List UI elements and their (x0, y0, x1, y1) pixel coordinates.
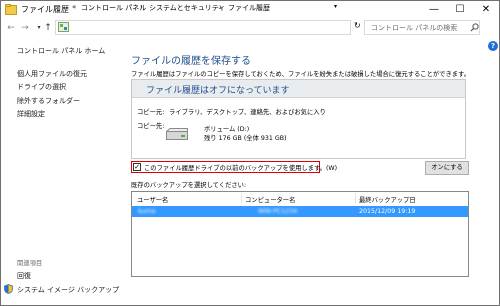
breadcrumb-system-security[interactable]: システムとセキュリティ (149, 3, 225, 13)
backup-list[interactable] (131, 191, 469, 277)
sidebar-item-advanced[interactable]: 詳細設定 (17, 109, 45, 119)
drive-space: 残り 176 GB (全体 931 GB) (204, 135, 287, 142)
help-icon[interactable]: ? (488, 41, 498, 51)
copy-from-value: ライブラリ、デスクトップ、連絡先、およびお気に入り (169, 109, 326, 116)
row-date: 2015/12/09 19:19 (359, 208, 416, 215)
turn-on-button[interactable]: オンにする (425, 161, 469, 175)
search-placeholder: コントロール パネルの検索 (371, 24, 458, 32)
file-history-app-icon (5, 4, 17, 15)
backup-list-caption: 既存のバックアップを選択してください: (131, 182, 247, 189)
hard-drive-icon (166, 128, 188, 140)
window-title: ファイル履歴 (21, 5, 69, 14)
sidebar-related-system-image[interactable]: システム イメージ バックアップ (17, 285, 119, 295)
forward-button[interactable]: → (19, 21, 31, 35)
column-separator (241, 193, 242, 203)
sidebar-item-select-drive[interactable]: ドライブの選択 (17, 82, 66, 92)
column-separator (355, 193, 356, 203)
column-header-last-backup[interactable]: 最終バックアップ日 (359, 195, 416, 204)
page-title: ファイルの履歴を保存する (131, 56, 251, 67)
use-previous-backup-checkbox[interactable]: ✓ (133, 163, 141, 171)
back-button[interactable]: ← (5, 21, 17, 35)
sidebar-related-recovery[interactable]: 回復 (17, 271, 31, 281)
refresh-icon[interactable]: ↻ (354, 21, 361, 30)
row-user: kuma (138, 208, 156, 215)
close-button[interactable]: ✕ (473, 1, 499, 19)
status-text: ファイル履歴はオフになっています (146, 86, 290, 96)
row-computer: WIN-PC1234 (258, 208, 298, 215)
copy-from-label: コピー元: (137, 109, 165, 116)
breadcrumb-control-panel[interactable]: コントロール パネル (81, 3, 146, 13)
copy-to-label: コピー先: (137, 123, 165, 130)
minimize-button[interactable]: — (421, 1, 447, 19)
sidebar-item-restore[interactable]: 個人用ファイルの復元 (17, 69, 87, 79)
breadcrumb-file-history[interactable]: ファイル履歴 (228, 3, 270, 13)
address-bar[interactable] (55, 20, 351, 35)
search-icon[interactable] (470, 23, 479, 32)
sidebar-home-link[interactable]: コントロール パネル ホーム (17, 46, 105, 56)
column-header-user[interactable]: ユーザー名 (137, 195, 168, 204)
up-button[interactable]: ↑ (42, 21, 54, 35)
related-title: 関連項目 (17, 260, 43, 267)
use-previous-backup-label[interactable]: このファイル履歴ドライブの以前のバックアップを使用します。(W) (144, 163, 337, 172)
drive-name: ボリューム (D:) (204, 126, 250, 133)
address-dropdown-icon[interactable]: ▾ (334, 3, 337, 10)
sidebar-item-exclude-folders[interactable]: 除外するフォルダー (17, 96, 80, 106)
table-row[interactable] (132, 206, 468, 217)
address-lead: « (72, 3, 77, 11)
maximize-button[interactable]: ☐ (447, 1, 473, 19)
page-description: ファイル履歴はファイルのコピーを保存しておくため、ファイルを紛失または破損した場… (131, 71, 471, 78)
control-panel-icon (58, 22, 69, 32)
breadcrumb-separator[interactable]: › (140, 3, 143, 11)
breadcrumb-separator[interactable]: › (219, 3, 222, 11)
column-header-computer[interactable]: コンピューター名 (245, 195, 295, 204)
shield-icon (4, 284, 13, 294)
